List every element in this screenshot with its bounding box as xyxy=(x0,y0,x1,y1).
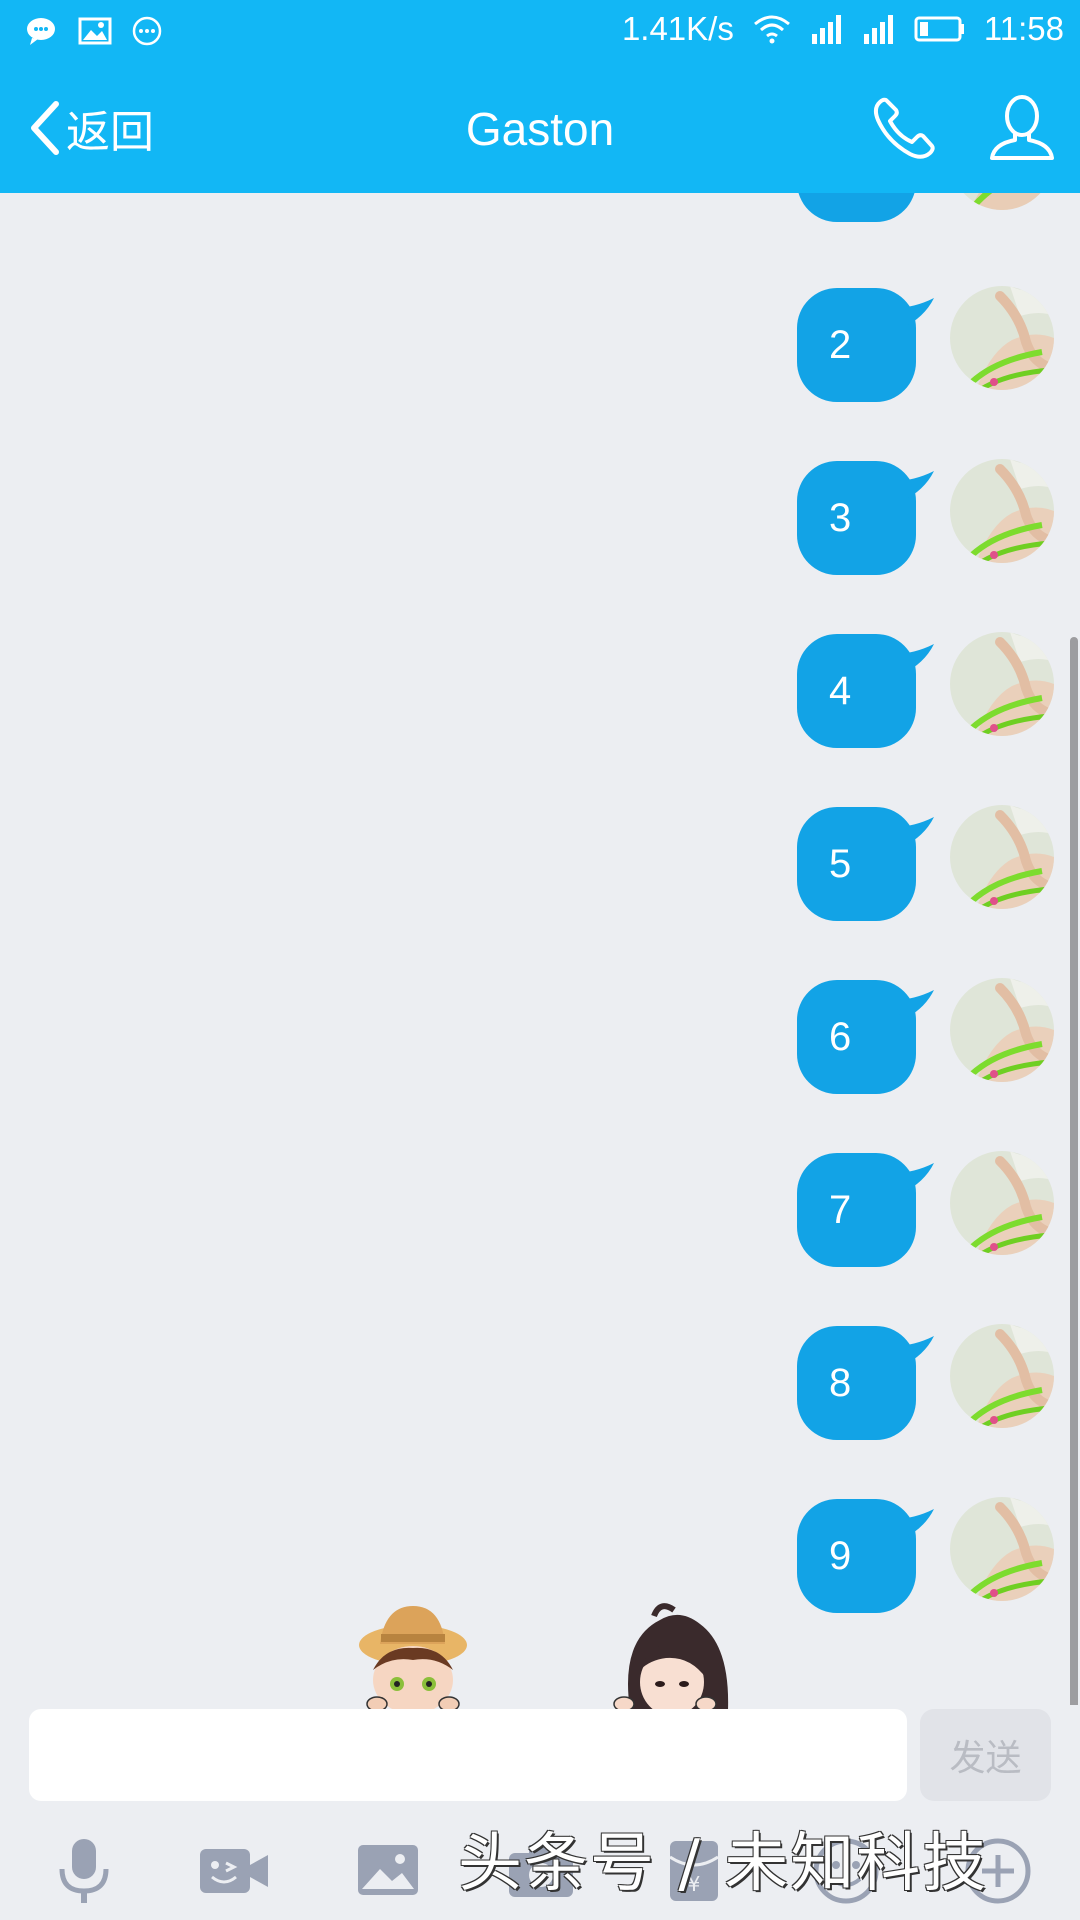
image-icon xyxy=(78,17,112,45)
avatar[interactable] xyxy=(950,286,1054,390)
signal-icon xyxy=(811,15,841,44)
avatar-image xyxy=(950,632,1054,736)
avatar-image xyxy=(950,459,1054,563)
avatar[interactable] xyxy=(950,1324,1054,1428)
message-bubble[interactable] xyxy=(797,193,916,222)
phone-icon[interactable] xyxy=(872,96,936,160)
message-text: 4 xyxy=(829,668,852,713)
message-text: 7 xyxy=(829,1187,852,1232)
message-row: 4 xyxy=(0,632,1080,754)
avatar-image xyxy=(950,286,1054,390)
signal-icon xyxy=(863,15,893,44)
nav-bar: 返回 Gaston xyxy=(0,62,1080,193)
avatar-image xyxy=(950,805,1054,909)
boy-sticker xyxy=(359,1606,467,1710)
message-text: 9 xyxy=(829,1533,852,1578)
message-text: 3 xyxy=(829,495,852,540)
person-icon[interactable] xyxy=(988,92,1056,162)
video-icon[interactable] xyxy=(198,1835,270,1907)
watermark: 头条号 / 未知科技 xyxy=(458,1827,989,1901)
girl-sticker xyxy=(613,1603,729,1710)
wifi-icon xyxy=(753,15,790,44)
microphone-icon[interactable] xyxy=(48,1835,120,1907)
message-input[interactable] xyxy=(29,1709,907,1801)
bubble-tail xyxy=(894,1509,934,1539)
chat-area[interactable]: 2 3 4 5 6 7 8 9 xyxy=(0,193,1080,1705)
avatar-image xyxy=(950,1151,1054,1255)
stickers xyxy=(0,1600,1080,1710)
image-icon[interactable] xyxy=(352,1835,424,1907)
message-text: 5 xyxy=(829,841,852,886)
bubble-tail xyxy=(894,1336,934,1366)
message-row: 2 xyxy=(0,286,1080,408)
top-bar: 1.41K/s 11:58 返回 Gaston xyxy=(0,0,1080,193)
clock: 11:58 xyxy=(983,10,1064,47)
message-row xyxy=(0,193,1080,228)
message-row: 5 xyxy=(0,805,1080,927)
message-text: 6 xyxy=(829,1014,852,1059)
status-bar: 1.41K/s 11:58 xyxy=(0,0,1080,62)
input-bar: 发送 xyxy=(0,1705,1080,1801)
avatar-image xyxy=(950,1497,1054,1601)
message-text: 2 xyxy=(829,322,852,367)
bubble-tail xyxy=(894,644,934,674)
scrollbar[interactable] xyxy=(1070,637,1078,1705)
avatar[interactable] xyxy=(950,978,1054,1082)
avatar[interactable] xyxy=(950,1497,1054,1601)
message-row: 7 xyxy=(0,1151,1080,1273)
bubble-tail xyxy=(894,1163,934,1193)
bubble-tail xyxy=(894,298,934,328)
message-text: 8 xyxy=(829,1360,852,1405)
send-button[interactable]: 发送 xyxy=(920,1709,1051,1801)
battery-icon xyxy=(914,16,964,42)
avatar-image xyxy=(950,978,1054,1082)
bubble-tail xyxy=(894,817,934,847)
avatar[interactable] xyxy=(950,632,1054,736)
net-speed: 1.41K/s xyxy=(621,10,734,47)
avatar-image xyxy=(950,193,1054,210)
avatar[interactable] xyxy=(950,193,1054,210)
message-row: 6 xyxy=(0,978,1080,1100)
avatar[interactable] xyxy=(950,1151,1054,1255)
message-icon xyxy=(27,18,55,45)
avatar[interactable] xyxy=(950,459,1054,563)
avatar[interactable] xyxy=(950,805,1054,909)
avatar-image xyxy=(950,1324,1054,1428)
message-row: 3 xyxy=(0,459,1080,581)
bubble-tail xyxy=(894,471,934,501)
more-icon xyxy=(132,16,162,46)
message-row: 8 xyxy=(0,1324,1080,1446)
bubble-tail xyxy=(894,990,934,1020)
